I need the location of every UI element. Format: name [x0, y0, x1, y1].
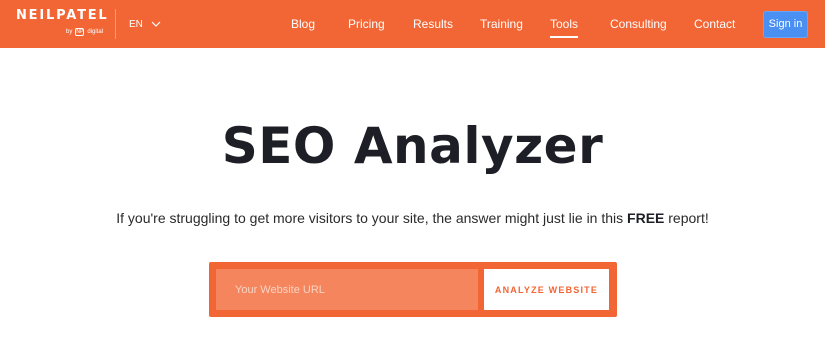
sign-in-button[interactable]: Sign in: [763, 11, 808, 38]
language-label: EN: [129, 18, 143, 30]
page-subtitle: If you're struggling to get more visitor…: [0, 209, 825, 227]
header-divider: [115, 9, 116, 39]
np-digital-mark: NP: [75, 28, 85, 36]
logo-byline: by NP digital: [66, 27, 103, 37]
nav-consulting[interactable]: Consulting: [610, 16, 667, 32]
top-navigation-bar: NEILPATEL by NP digital EN Blog Pricing …: [0, 0, 825, 48]
logo-digital-text: digital: [87, 29, 104, 35]
page-title: SEO Analyzer: [221, 117, 604, 175]
subtitle-free-emphasis: FREE: [627, 210, 665, 226]
language-selector[interactable]: EN: [129, 17, 161, 31]
site-logo[interactable]: NEILPATEL by NP digital: [16, 8, 109, 41]
analyzer-form: ANALYZE WEBSITE: [209, 262, 617, 317]
nav-pricing[interactable]: Pricing: [348, 16, 385, 32]
subtitle-text-start: If you're struggling to get more visitor…: [116, 210, 628, 226]
nav-results[interactable]: Results: [413, 16, 453, 32]
analyze-website-button[interactable]: ANALYZE WEBSITE: [484, 269, 609, 310]
nav-contact[interactable]: Contact: [694, 16, 735, 32]
website-url-input[interactable]: [216, 269, 478, 310]
nav-training[interactable]: Training: [480, 16, 523, 32]
nav-tools[interactable]: Tools: [550, 16, 579, 38]
logo-by-text: by: [66, 29, 73, 35]
nav-blog[interactable]: Blog: [291, 16, 315, 32]
logo-wordmark: NEILPATEL: [16, 8, 109, 23]
subtitle-text-end: report!: [664, 210, 709, 226]
chevron-down-icon: [151, 21, 161, 27]
